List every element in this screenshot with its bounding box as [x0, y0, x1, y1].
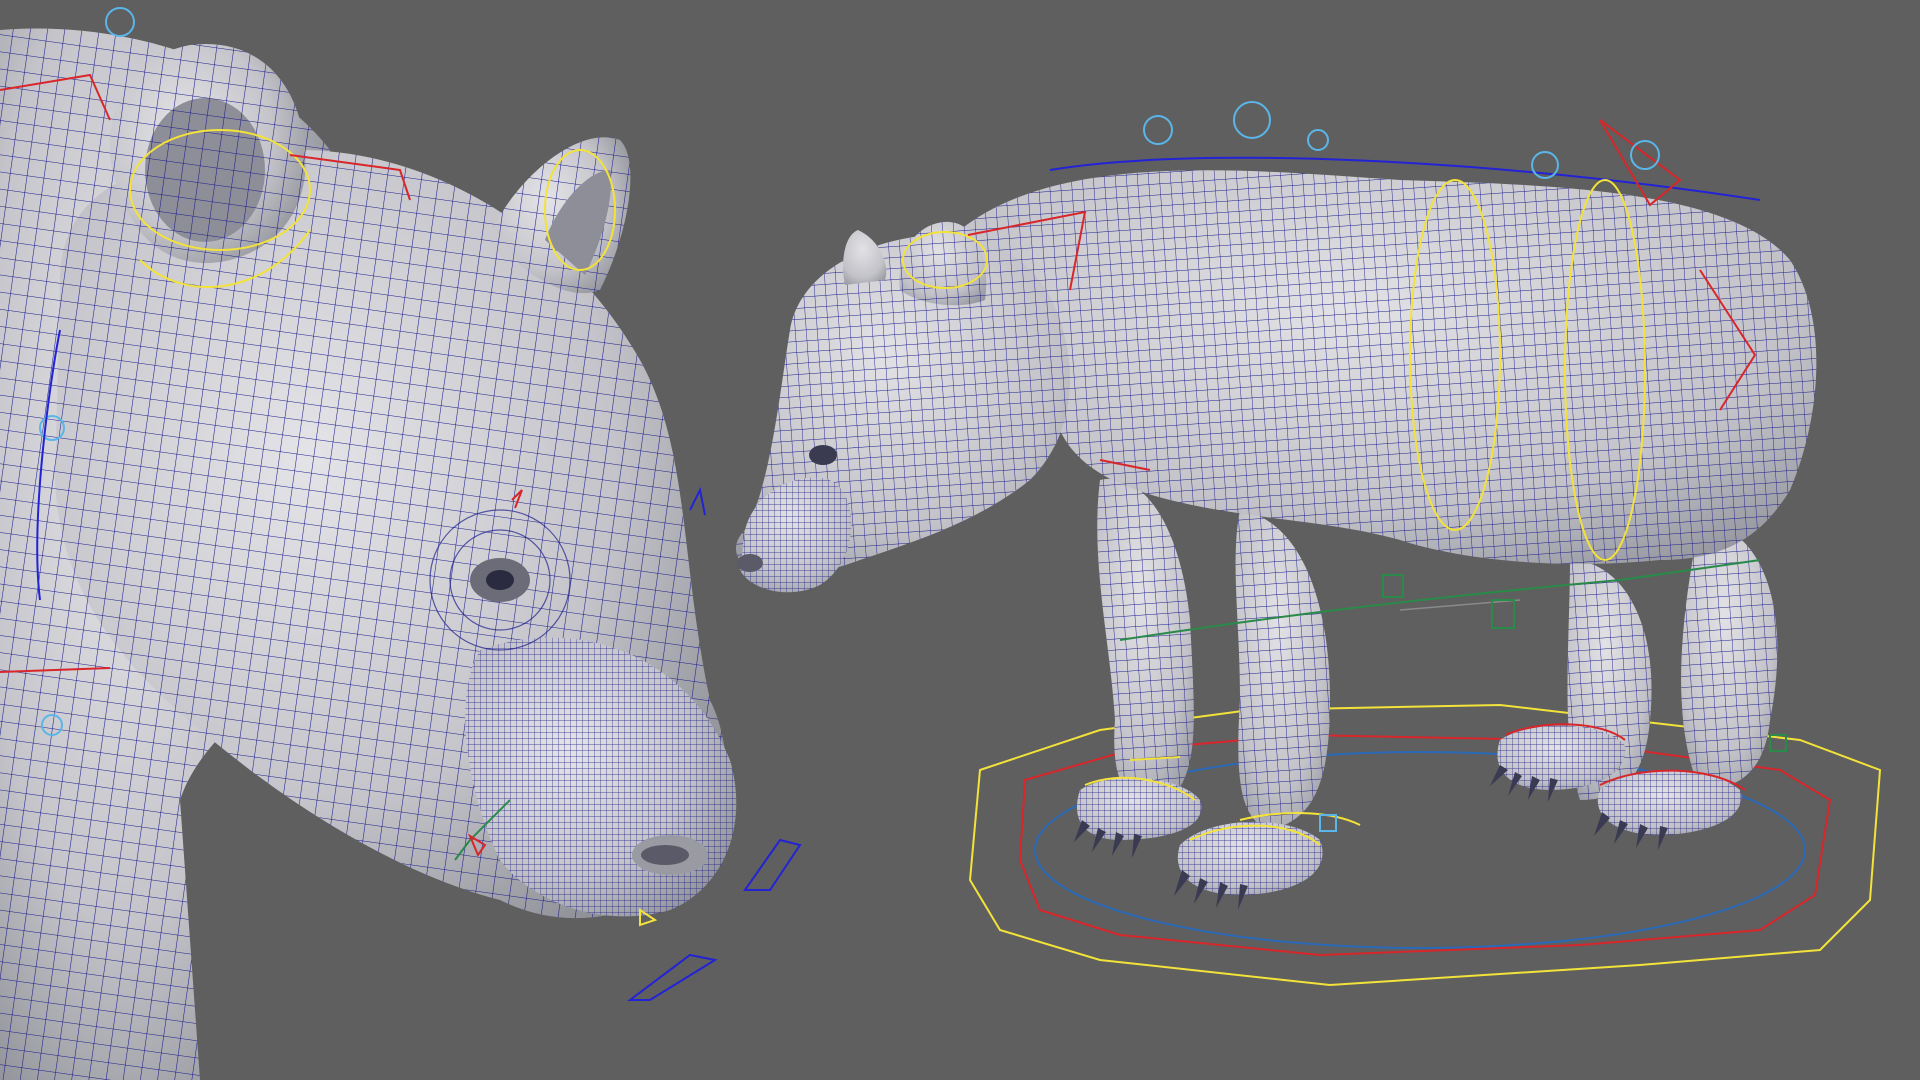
- pole-vector-control[interactable]: [1119, 559, 1761, 641]
- hip-ik-control[interactable]: [1599, 119, 1682, 207]
- knee-pole-control[interactable]: [1491, 599, 1515, 629]
- joint-helper-icon[interactable]: [1233, 101, 1271, 139]
- joint-helper-icon[interactable]: [1143, 115, 1173, 145]
- joint-helper-icon[interactable]: [105, 7, 135, 37]
- joint-helper-icon[interactable]: [1307, 129, 1329, 151]
- ankle-control[interactable]: [1319, 814, 1337, 832]
- bear-head-closeup-mesh[interactable]: [0, 28, 737, 1080]
- knee-pole-control[interactable]: [1382, 574, 1404, 598]
- chin-control[interactable]: [627, 953, 718, 1001]
- bear-full-body-rigged-mesh[interactable]: [735, 170, 1882, 987]
- mouth-corner-control[interactable]: [743, 838, 802, 891]
- brow-control[interactable]: [689, 486, 706, 516]
- joint-helper-icon[interactable]: [1630, 140, 1660, 170]
- maya-viewport[interactable]: [0, 0, 1920, 1080]
- viewport-canvas[interactable]: [0, 0, 1920, 1080]
